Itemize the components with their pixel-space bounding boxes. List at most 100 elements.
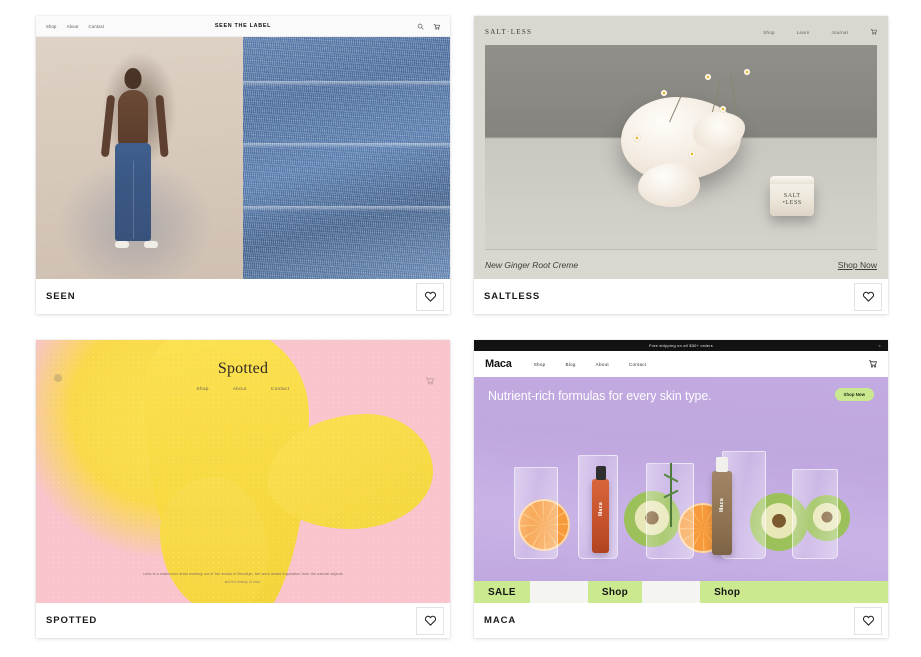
seen-model-photo	[36, 37, 243, 279]
template-card-maca[interactable]: Free shipping on all $30+ orders × Maca …	[474, 340, 888, 638]
seen-nav-links: Shop About Contact	[46, 24, 104, 29]
template-preview-spotted[interactable]: Spotted Shop About Contact Leila is a wa…	[36, 340, 450, 603]
jar-label: SALT •LESS	[783, 193, 802, 206]
serum-bottle-tan-label: Maca	[719, 497, 725, 512]
seen-hero-images	[36, 37, 450, 279]
maca-brand-wordmark: Maca	[485, 358, 512, 370]
glass-tumbler	[792, 469, 838, 559]
cart-icon	[870, 28, 877, 36]
figure-torso	[118, 90, 149, 149]
heart-icon	[424, 615, 436, 626]
jar-lid	[770, 176, 815, 185]
template-card-saltless[interactable]: SALT·LESS Shop Learn Journal SALT •LESS …	[474, 16, 888, 314]
marquee-gap	[529, 581, 588, 603]
spotted-signature: and the beauty of color.	[224, 579, 262, 584]
favorite-button-spotted[interactable]	[416, 606, 444, 635]
saltless-nav-learn: Learn	[796, 29, 810, 35]
saltless-shop-now-link: Shop Now	[837, 259, 877, 270]
maca-nav-shop: Shop	[533, 361, 546, 367]
rosemary-sprig	[670, 463, 672, 527]
product-jar: SALT •LESS	[770, 176, 815, 217]
maca-headline: Nutrient-rich formulas for every skin ty…	[488, 389, 712, 403]
marquee-item-shop-2: Shop	[714, 586, 741, 598]
seen-brand-wordmark: SEEN THE LABEL	[214, 23, 272, 29]
seen-nav-about: About	[66, 23, 79, 29]
glass-tumbler	[514, 467, 558, 559]
saltless-hero-image: SALT •LESS	[485, 45, 877, 249]
chamomile-flower	[743, 69, 750, 76]
maca-site-nav: Maca Shop Blog About Contact	[474, 351, 888, 377]
seen-denim-photo	[243, 37, 450, 279]
search-icon	[417, 17, 424, 35]
jar-label-line1: SALT	[783, 193, 801, 200]
saltless-nav-journal: Journal	[831, 29, 848, 35]
jar-label-line2: •LESS	[782, 199, 802, 206]
chamomile-flower	[633, 134, 640, 141]
figure-jeans	[115, 143, 152, 242]
template-card-seen[interactable]: Shop About Contact SEEN THE LABEL SEEN	[36, 16, 450, 314]
serum-bottle-tan: Maca	[712, 457, 732, 555]
template-preview-maca[interactable]: Free shipping on all $30+ orders × Maca …	[474, 340, 888, 603]
card-title-seen: SEEN	[46, 291, 76, 302]
maca-announcement-text: Free shipping on all $30+ orders	[649, 343, 713, 348]
template-preview-seen[interactable]: Shop About Contact SEEN THE LABEL	[36, 16, 450, 279]
serum-bottle-orange: Maca	[592, 466, 609, 553]
seen-nav-contact: Contact	[88, 23, 105, 29]
chamomile-flower	[704, 73, 711, 80]
chamomile-flower	[661, 89, 668, 96]
card-meta-spotted: SPOTTED	[36, 603, 450, 638]
favorite-button-saltless[interactable]	[854, 282, 882, 311]
heart-icon	[424, 291, 436, 302]
template-preview-saltless[interactable]: SALT·LESS Shop Learn Journal SALT •LESS …	[474, 16, 888, 279]
figure-shoe-right	[143, 241, 158, 249]
spotted-nav-shop: Shop	[196, 386, 209, 391]
figure-head	[124, 68, 142, 90]
spotted-nav-contact: Contact	[270, 386, 290, 391]
close-icon: ×	[878, 343, 881, 348]
maca-nav-contact: Contact	[628, 361, 647, 367]
figure-arm-right	[155, 94, 169, 158]
seen-nav-icons	[417, 17, 440, 35]
card-meta-maca: MACA	[474, 603, 888, 638]
maca-sale-marquee: SALE Shop Shop	[474, 581, 888, 603]
saltless-nav-shop: Shop	[763, 29, 775, 35]
favorite-button-seen[interactable]	[416, 282, 444, 311]
cream-blob-lower	[637, 163, 700, 208]
saltless-site-nav: SALT·LESS Shop Learn Journal	[485, 25, 877, 39]
maca-nav-links: Shop Blog About Contact	[534, 362, 647, 367]
seen-site-nav: Shop About Contact SEEN THE LABEL	[36, 16, 450, 37]
template-card-spotted[interactable]: Spotted Shop About Contact Leila is a wa…	[36, 340, 450, 638]
serum-bottle-orange-label: Maca	[597, 501, 604, 516]
card-meta-seen: SEEN	[36, 279, 450, 314]
saltless-hero-footer: New Ginger Root Creme Shop Now	[485, 249, 877, 279]
menu-icon	[54, 374, 62, 382]
card-meta-saltless: SALTLESS	[474, 279, 888, 314]
marquee-gap	[642, 581, 701, 603]
spotted-nav-links: Shop About Contact	[197, 386, 290, 391]
card-title-saltless: SALTLESS	[484, 291, 541, 302]
spotted-body-copy: Leila is a watercolor artist working out…	[143, 572, 343, 576]
marquee-item-sale: SALE	[488, 586, 516, 598]
cart-icon	[433, 17, 440, 35]
saltless-caption: New Ginger Root Creme	[485, 259, 579, 270]
maca-announcement-bar: Free shipping on all $30+ orders ×	[474, 340, 888, 351]
figure-shoe-left	[114, 241, 129, 249]
chamomile-flower	[688, 151, 695, 158]
spotted-dot-texture	[36, 340, 450, 603]
card-title-spotted: SPOTTED	[46, 615, 98, 626]
maca-shop-now-button: Shop Now	[834, 388, 874, 401]
flower-stem	[730, 73, 737, 114]
heart-icon	[862, 615, 874, 626]
maca-hero-image: Nutrient-rich formulas for every skin ty…	[474, 377, 888, 581]
card-title-maca: MACA	[484, 615, 517, 626]
saltless-brand-wordmark: SALT·LESS	[485, 28, 533, 36]
spotted-brand-wordmark: Spotted	[217, 360, 269, 377]
saltless-nav-links: Shop Learn Journal	[763, 28, 877, 36]
maca-nav-about: About	[595, 361, 609, 367]
heart-icon	[862, 291, 874, 302]
spotted-body-copy-block: Leila is a watercolor artist working out…	[113, 571, 373, 585]
figure-arm-left	[101, 94, 116, 158]
favorite-button-maca[interactable]	[854, 606, 882, 635]
template-gallery: Shop About Contact SEEN THE LABEL SEEN S…	[0, 0, 921, 638]
spotted-nav-about: About	[232, 386, 247, 391]
